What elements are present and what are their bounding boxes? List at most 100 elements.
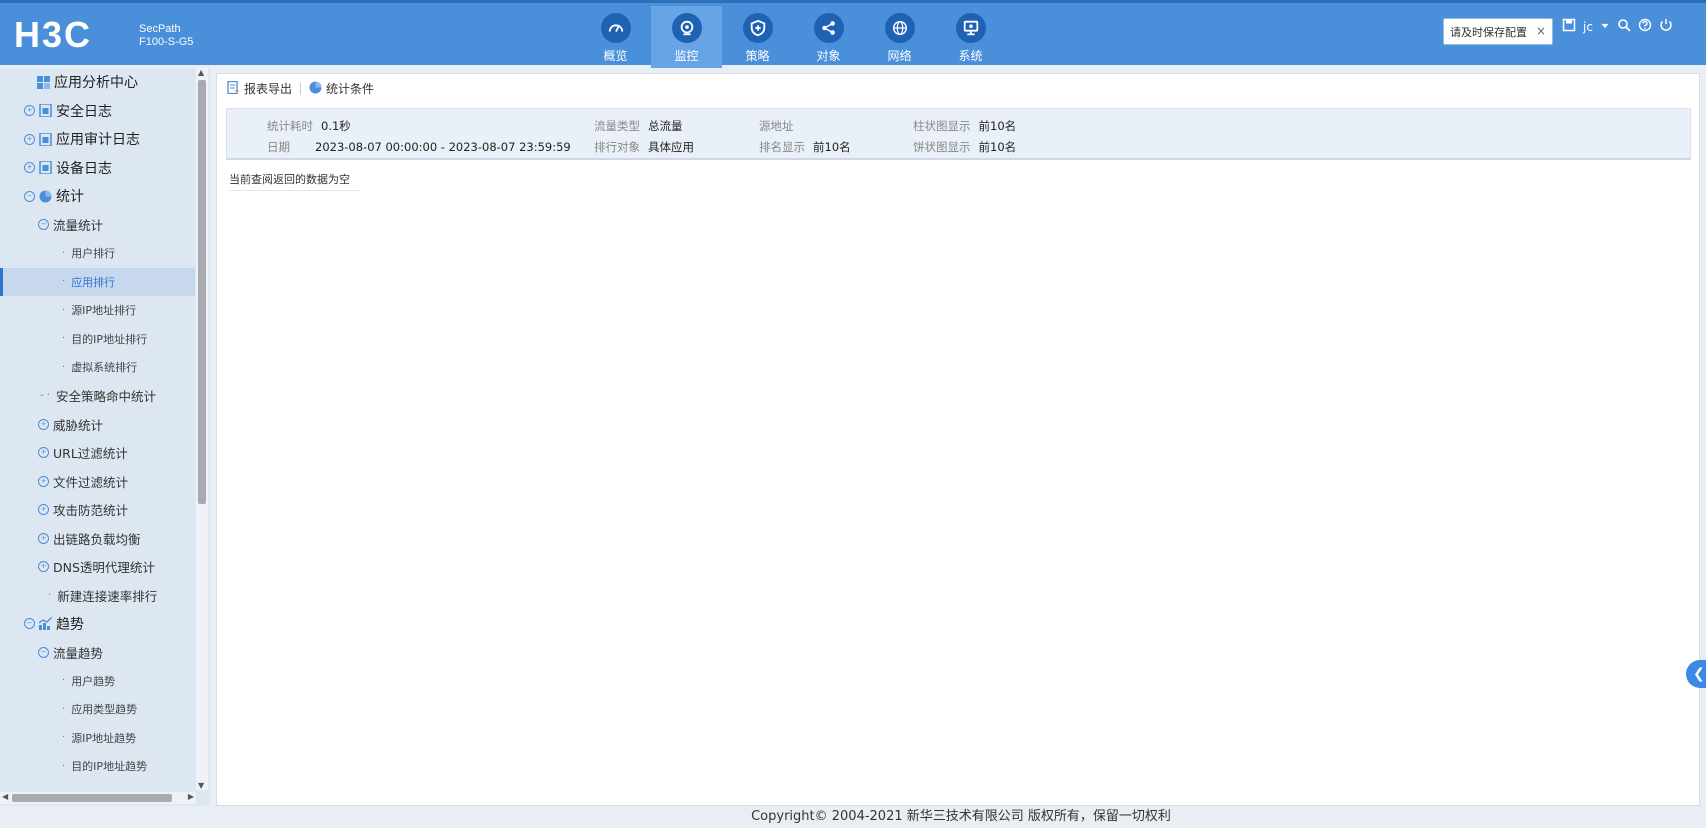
nav-system-label: 系统 xyxy=(958,49,983,63)
sidebar-item-src-ip-trend[interactable]: · 源IP地址趋势 xyxy=(0,724,195,753)
sidebar-item-file-filter-stats[interactable]: + 文件过滤统计 xyxy=(0,467,195,496)
sidebar-item-trend[interactable]: − 趋势 xyxy=(0,610,195,639)
sidebar-item-src-ip-rank[interactable]: · 源IP地址排行 xyxy=(0,296,195,325)
sidebar-item-label: 应用分析中心 xyxy=(54,75,138,92)
sidebar-item-outbound-lb[interactable]: + 出链路负载均衡 xyxy=(0,524,195,553)
bar-chart-display: 柱状图显示 前10名 xyxy=(913,118,1016,134)
bullet-icon: · xyxy=(48,589,52,601)
nav-tree: 应用分析中心 + 安全日志 + 应用审计日志 + 设备日志 − 统计 − 流量统… xyxy=(0,68,195,781)
sidebar-item-statistics[interactable]: − 统计 xyxy=(0,182,195,211)
sidebar-item-security-log[interactable]: + 安全日志 xyxy=(0,97,195,126)
expand-icon[interactable]: + xyxy=(38,504,49,516)
sidebar-item-label: DNS透明代理统计 xyxy=(53,560,155,576)
scroll-down-icon[interactable]: ▼ xyxy=(198,781,204,790)
sidebar-horizontal-scrollbar[interactable]: ◀ ▶ xyxy=(0,792,196,804)
nav-system[interactable]: 系统 xyxy=(935,6,1006,68)
scrollbar-thumb[interactable] xyxy=(12,794,172,802)
sidebar-item-label: 统计 xyxy=(56,189,84,206)
chevron-down-icon[interactable] xyxy=(1600,20,1610,34)
sidebar-item-policy-hit-stats[interactable]: - · 安全策略命中统计 xyxy=(0,382,195,411)
sidebar-item-attack-defense-stats[interactable]: + 攻击防范统计 xyxy=(0,496,195,525)
sidebar-item-url-filter-stats[interactable]: + URL过滤统计 xyxy=(0,439,195,468)
rank-display: 排名显示 前10名 xyxy=(759,139,851,155)
app-analysis-icon xyxy=(37,75,50,89)
sidebar-item-label: 应用审计日志 xyxy=(56,132,140,149)
collapse-icon[interactable]: − xyxy=(24,618,35,630)
footer-copyright: Copyright© 2004-2021 新华三技术有限公司 版权所有，保留一切… xyxy=(751,809,1171,824)
collapse-icon[interactable]: − xyxy=(38,646,49,658)
sidebar-item-traffic-stats[interactable]: − 流量统计 xyxy=(0,211,195,240)
expand-icon[interactable]: + xyxy=(38,475,49,487)
expand-icon[interactable]: + xyxy=(24,133,35,145)
sidebar-item-device-log[interactable]: + 设备日志 xyxy=(0,154,195,183)
export-icon xyxy=(227,80,240,97)
sidebar-item-app-analysis[interactable]: 应用分析中心 xyxy=(0,68,195,97)
sidebar-item-label: 应用类型趋势 xyxy=(71,703,138,717)
sidebar-item-threat-stats[interactable]: + 威胁统计 xyxy=(0,410,195,439)
sidebar-item-label: 目的IP地址排行 xyxy=(71,332,148,346)
empty-result-message: 当前查阅返回的数据为空 xyxy=(229,171,359,191)
sidebar-item-label: 攻击防范统计 xyxy=(53,503,129,519)
sidebar-item-app-type-trend[interactable]: · 应用类型趋势 xyxy=(0,695,195,724)
sidebar-vertical-scrollbar[interactable]: ▲ ▼ xyxy=(196,68,208,790)
sidebar-item-label: 用户排行 xyxy=(71,247,116,261)
expand-icon[interactable]: + xyxy=(38,561,49,573)
user-menu[interactable]: jc xyxy=(1583,20,1593,34)
sidebar-item-label: 源IP地址排行 xyxy=(71,304,137,318)
save-config-prompt[interactable]: 请及时保存配置 × xyxy=(1443,18,1553,45)
nav-policy[interactable]: 策略 xyxy=(722,6,793,68)
sidebar-item-app-rank[interactable]: · 应用排行 xyxy=(0,267,195,296)
expand-icon[interactable]: + xyxy=(38,532,49,544)
sidebar-item-label: 安全策略命中统计 xyxy=(55,389,156,405)
chevron-left-icon[interactable]: ❮ xyxy=(1686,660,1706,688)
nav-overview[interactable]: 概览 xyxy=(580,6,651,68)
elapsed-time: 统计耗时 0.1秒 xyxy=(267,118,351,134)
log-icon xyxy=(39,132,52,147)
sidebar-item-label: 目的IP地址趋势 xyxy=(71,760,148,774)
sidebar-item-label: 流量统计 xyxy=(53,218,104,234)
pie-chart-display-label: 饼状图显示 xyxy=(913,140,971,154)
scrollbar-thumb[interactable] xyxy=(198,80,206,504)
sidebar-item-label: 文件过滤统计 xyxy=(53,474,129,490)
nav-object[interactable]: 对象 xyxy=(793,6,864,68)
product-line1: SecPath xyxy=(139,23,181,35)
expand-icon[interactable]: + xyxy=(38,447,49,459)
sidebar-item-app-audit-log[interactable]: + 应用审计日志 xyxy=(0,125,195,154)
report-export-button[interactable]: 报表导出 xyxy=(227,80,292,97)
stat-conditions-button[interactable]: 统计条件 xyxy=(309,80,374,97)
bar-chart-display-value: 前10名 xyxy=(978,119,1017,133)
dashboard-icon xyxy=(600,13,631,43)
sidebar-item-dst-ip-trend[interactable]: · 目的IP地址趋势 xyxy=(0,752,195,781)
save-icon[interactable] xyxy=(1562,18,1576,35)
bullet-icon: · xyxy=(62,675,66,687)
sidebar-item-traffic-trend[interactable]: − 流量趋势 xyxy=(0,638,195,667)
collapse-icon[interactable]: − xyxy=(24,190,35,202)
close-icon[interactable]: × xyxy=(1536,24,1546,38)
scroll-up-icon[interactable]: ▲ xyxy=(198,68,204,77)
date-range: 日期 2023-08-07 00:00:00 - 2023-08-07 23:59… xyxy=(267,139,571,155)
sidebar-item-dst-ip-rank[interactable]: · 目的IP地址排行 xyxy=(0,325,195,354)
logout-icon[interactable] xyxy=(1659,18,1673,35)
bullet-icon: · xyxy=(62,333,66,345)
expand-icon[interactable]: + xyxy=(24,162,35,174)
sidebar-item-vsys-rank[interactable]: · 虚拟系统排行 xyxy=(0,353,195,382)
elapsed-time-label: 统计耗时 xyxy=(267,119,313,133)
search-icon[interactable] xyxy=(1617,18,1631,35)
rank-display-label: 排名显示 xyxy=(759,140,805,154)
nav-monitor[interactable]: 监控 xyxy=(651,6,722,68)
sidebar: 应用分析中心 + 安全日志 + 应用审计日志 + 设备日志 − 统计 − 流量统… xyxy=(0,68,210,806)
expand-icon[interactable]: + xyxy=(38,418,49,430)
scroll-left-icon[interactable]: ◀ xyxy=(2,792,8,801)
scroll-right-icon[interactable]: ▶ xyxy=(188,792,194,801)
sidebar-item-dns-proxy-stats[interactable]: + DNS透明代理统计 xyxy=(0,553,195,582)
help-icon[interactable] xyxy=(1638,18,1652,35)
share-icon xyxy=(813,13,844,43)
sidebar-item-new-conn-rate-rank[interactable]: · 新建连接速率排行 xyxy=(0,581,195,610)
traffic-type-label: 流量类型 xyxy=(594,119,640,133)
nav-network[interactable]: 网络 xyxy=(864,6,935,68)
traffic-type-value: 总流量 xyxy=(648,119,683,133)
collapse-icon[interactable]: − xyxy=(38,219,49,231)
expand-icon[interactable]: + xyxy=(24,105,35,117)
sidebar-item-user-rank[interactable]: · 用户排行 xyxy=(0,239,195,268)
sidebar-item-user-trend[interactable]: · 用户趋势 xyxy=(0,667,195,696)
